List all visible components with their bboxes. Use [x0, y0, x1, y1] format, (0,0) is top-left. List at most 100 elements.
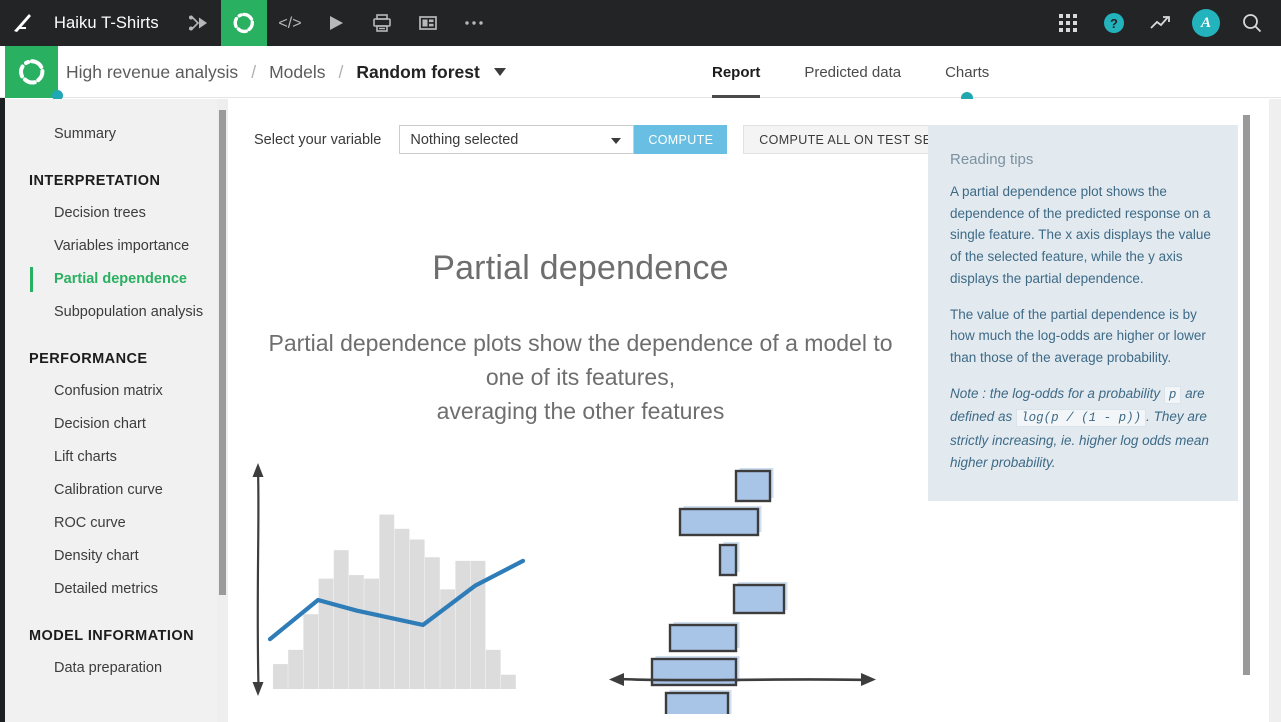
code-icon[interactable]: </> [267, 0, 313, 46]
reading-tips-title: Reading tips [950, 151, 1034, 168]
y-axis-arrow-bottom [252, 682, 264, 696]
flow-icon[interactable] [175, 0, 221, 46]
feature-bar-body [718, 543, 738, 577]
page-scrollbar-track[interactable] [1269, 99, 1281, 722]
sidebar-scrollbar-thumb[interactable] [219, 110, 226, 595]
sidebar-item-lift-charts[interactable]: Lift charts [5, 441, 217, 474]
feature-bar [668, 622, 740, 653]
histogram-bar [409, 539, 425, 689]
sidebar-item-roc-curve[interactable]: ROC curve [5, 507, 217, 540]
x-axis-line [616, 677, 867, 682]
feature-bar-body [664, 691, 730, 721]
svg-text:?: ? [1110, 16, 1118, 31]
y-axis-line [256, 469, 260, 685]
feature-bar [734, 468, 774, 503]
histogram-bar [288, 649, 303, 689]
feature-bar [664, 690, 732, 721]
reading-tips-panel: Reading tips A partial dependence plot s… [928, 125, 1245, 501]
tab-report-label: Report [712, 63, 761, 81]
search-icon[interactable] [1229, 0, 1275, 46]
feature-bar-body [734, 469, 772, 503]
x-axis-arrow-left [609, 673, 624, 686]
svg-text:</>: </> [278, 15, 301, 32]
histogram-bar [379, 514, 395, 689]
breadcrumb-project[interactable]: High revenue analysis [66, 62, 238, 83]
histogram-bar [333, 550, 349, 689]
sidebar-section-model-information: MODEL INFORMATION [29, 628, 194, 644]
y-axis-arrow-top [252, 463, 264, 477]
breadcrumb-chevron-down-icon[interactable] [493, 68, 506, 76]
breadcrumb-model[interactable]: Random forest [356, 62, 479, 83]
sidebar-item-confusion-matrix[interactable]: Confusion matrix [5, 375, 217, 408]
help-icon[interactable]: ? [1091, 0, 1137, 46]
dashboard-icon[interactable] [405, 0, 451, 46]
partial-dependence-illustration [243, 449, 928, 721]
select-variable-label: Select your variable [254, 131, 382, 148]
variable-select-value: Nothing selected [410, 131, 519, 148]
tab-charts-label: Charts [945, 63, 990, 81]
application-window: Haiku T-Shirts </> ? A High revenue anal… [0, 0, 1281, 722]
breadcrumb-separator-1: / [251, 61, 257, 82]
project-name[interactable]: Haiku T-Shirts [46, 14, 175, 33]
page-header: High revenue analysis / Models / Random … [0, 46, 1281, 144]
breadcrumb-models[interactable]: Models [269, 62, 325, 83]
dataiku-green-logo-icon[interactable] [5, 46, 63, 101]
sidebar-item-subpopulation-analysis[interactable]: Subpopulation analysis [5, 296, 217, 329]
histogram-bar [485, 649, 501, 689]
avatar[interactable]: A [1183, 0, 1229, 46]
sidebar-item-variables-importance[interactable]: Variables importance [5, 230, 217, 263]
x-axis-arrow-right [861, 673, 876, 686]
histogram-bar [455, 560, 471, 689]
histogram-bar [364, 578, 379, 689]
feature-bar-body [678, 507, 760, 537]
feature-bar [678, 506, 762, 537]
sidebar-item-data-preparation[interactable]: Data preparation [5, 652, 217, 685]
tab-predicted-data-label: Predicted data [804, 63, 902, 81]
sidebar-item-partial-dependence[interactable]: Partial dependence [5, 263, 217, 296]
feature-bar-body [668, 623, 738, 653]
activity-trend-icon[interactable] [1137, 0, 1183, 46]
empty-state-hero: Partial dependence Partial dependence pl… [233, 249, 928, 428]
note-code-p: p [1163, 385, 1182, 404]
sidebar-item-detailed-metrics[interactable]: Detailed metrics [5, 573, 217, 606]
feature-bar [732, 582, 788, 615]
sidebar-item-decision-trees[interactable]: Decision trees [5, 197, 217, 230]
histogram-bar [273, 664, 288, 689]
sidebar-item-density-chart[interactable]: Density chart [5, 540, 217, 573]
reading-tips-paragraph-1: A partial dependence plot shows the depe… [950, 184, 1211, 286]
breadcrumb: High revenue analysis / Models / Random … [66, 46, 506, 98]
variable-toolbar: Select your variable Nothing selected CO… [254, 125, 956, 154]
page-title: Partial dependence [432, 249, 729, 287]
tab-charts[interactable]: Charts [923, 46, 1011, 104]
compute-all-on-test-set-button[interactable]: COMPUTE ALL ON TEST SET [743, 125, 956, 154]
dataiku-logo-icon[interactable] [0, 0, 46, 46]
page-subtitle: Partial dependence plots show the depend… [233, 326, 928, 428]
sidebar-section-interpretation: INTERPRETATION [29, 173, 161, 189]
sidebar-item-calibration-curve[interactable]: Calibration curve [5, 474, 217, 507]
run-play-icon[interactable] [313, 0, 359, 46]
chevron-down-icon [611, 138, 622, 144]
left-sidebar: Summary INTERPRETATION Decision trees Varia… [5, 99, 217, 722]
content-scrollbar-thumb[interactable] [1243, 115, 1250, 675]
avatar-initial: A [1192, 9, 1220, 37]
lab-icon[interactable] [220, 0, 267, 46]
apps-grid-icon[interactable] [1045, 0, 1091, 46]
note-prefix: Note : the log-odds for a probability [950, 385, 1161, 401]
note-code-logodds: log(p / (1 - p)) [1016, 409, 1147, 428]
histogram-bar [303, 614, 319, 689]
feature-bar-body [732, 583, 786, 615]
more-options-icon[interactable] [451, 0, 497, 46]
sidebar-item-decision-chart[interactable]: Decision chart [5, 408, 217, 441]
header-tabs: Report Predicted data Charts [712, 46, 1011, 104]
compute-button[interactable]: COMPUTE [634, 125, 728, 154]
jobs-icon[interactable] [359, 0, 405, 46]
variable-select[interactable]: Nothing selected [399, 125, 635, 154]
tab-predicted-data[interactable]: Predicted data [782, 46, 923, 98]
feature-bar [718, 542, 740, 577]
navbar-right-group: ? A [1045, 0, 1281, 46]
page-subtitle-line2: averaging the other features [436, 398, 725, 424]
tab-report[interactable]: Report [712, 46, 782, 98]
histogram-bar [394, 528, 410, 689]
histogram-bar [501, 674, 516, 689]
sidebar-item-summary[interactable]: Summary [5, 118, 217, 151]
